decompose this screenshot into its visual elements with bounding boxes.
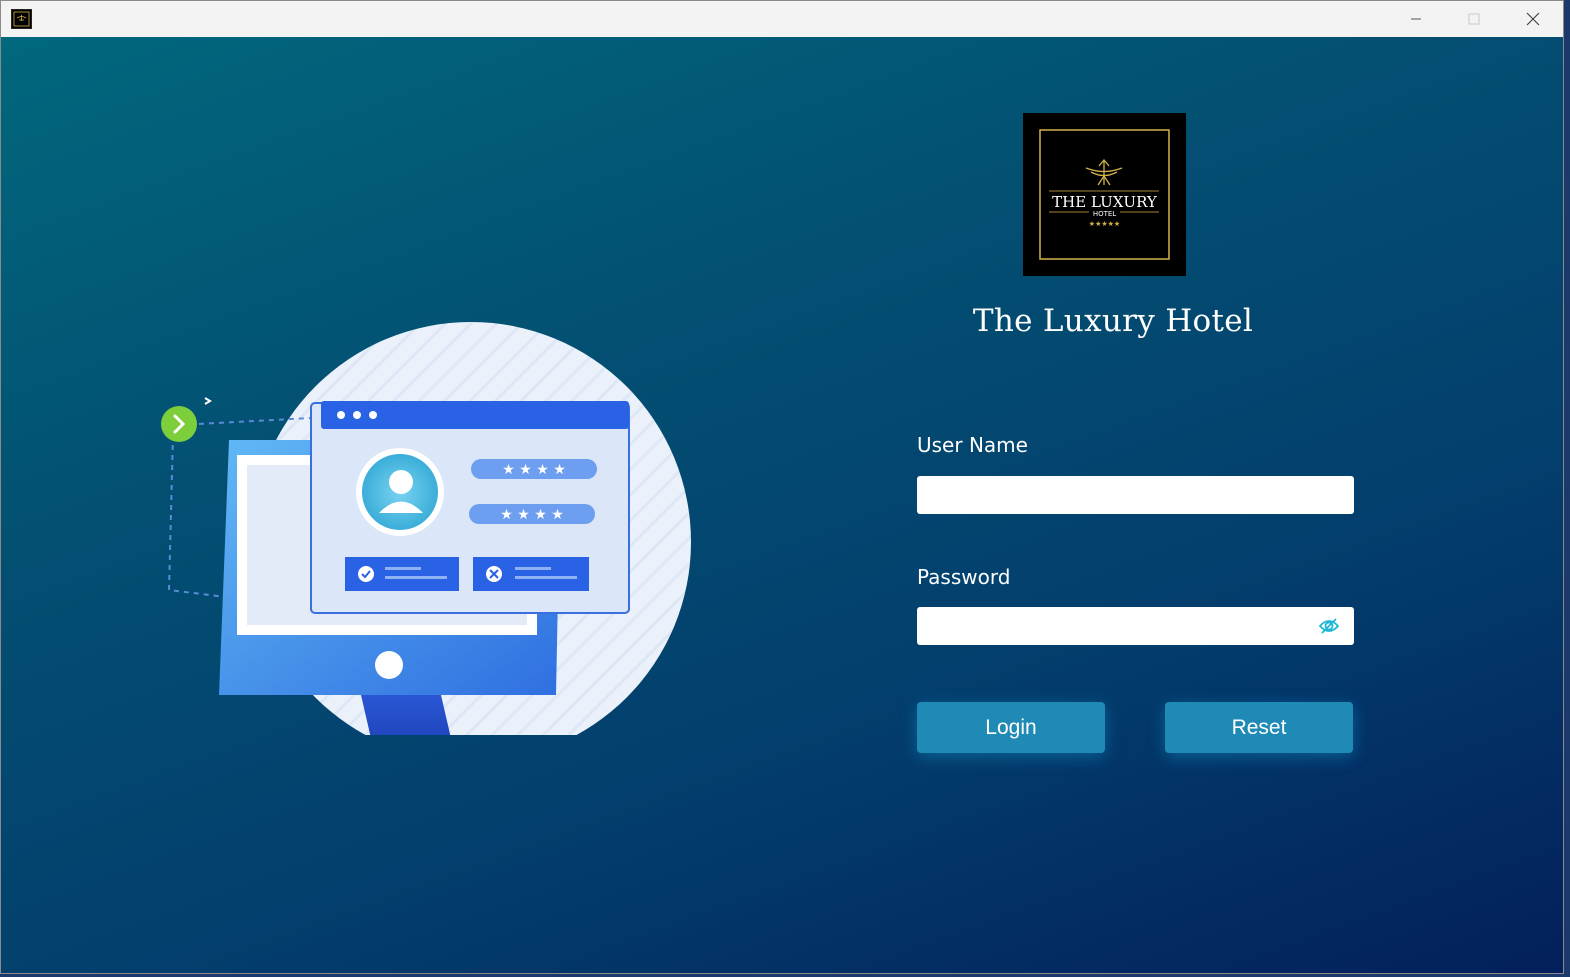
app-window: ★ ★ ★ ★ ★ ★ ★ ★ THE LUXURY HOTEL ★★★★★ T… [0,0,1564,974]
minimize-button[interactable] [1387,1,1445,37]
username-input[interactable] [917,476,1354,514]
login-content: ★ ★ ★ ★ ★ ★ ★ ★ THE LUXURY HOTEL ★★★★★ T… [1,37,1563,973]
login-illustration: ★ ★ ★ ★ ★ ★ ★ ★ [161,322,691,735]
reset-button[interactable]: Reset [1165,702,1353,753]
username-label: User Name [917,433,1028,457]
svg-text:HOTEL: HOTEL [1093,210,1116,218]
next-arrow-icon [161,406,197,442]
maximize-icon [1468,13,1480,25]
maximize-button[interactable] [1445,1,1503,37]
app-icon [11,9,32,29]
svg-text:★ ★ ★ ★: ★ ★ ★ ★ [502,462,566,478]
svg-text:THE LUXURY: THE LUXURY [1052,193,1158,211]
svg-text:★ ★ ★ ★: ★ ★ ★ ★ [500,507,564,523]
login-button[interactable]: Login [917,702,1105,753]
toggle-password-visibility[interactable] [1318,616,1340,636]
title-bar [1,1,1563,37]
minimize-icon [1411,18,1421,20]
svg-text:★★★★★: ★★★★★ [1089,220,1120,228]
close-icon [1526,12,1540,26]
password-label: Password [917,565,1011,589]
password-input[interactable] [917,607,1354,645]
hotel-logo: THE LUXURY HOTEL ★★★★★ [1023,113,1186,276]
eye-off-icon [1318,618,1340,634]
hotel-name-title: The Luxury Hotel [972,303,1254,339]
close-button[interactable] [1504,1,1562,37]
